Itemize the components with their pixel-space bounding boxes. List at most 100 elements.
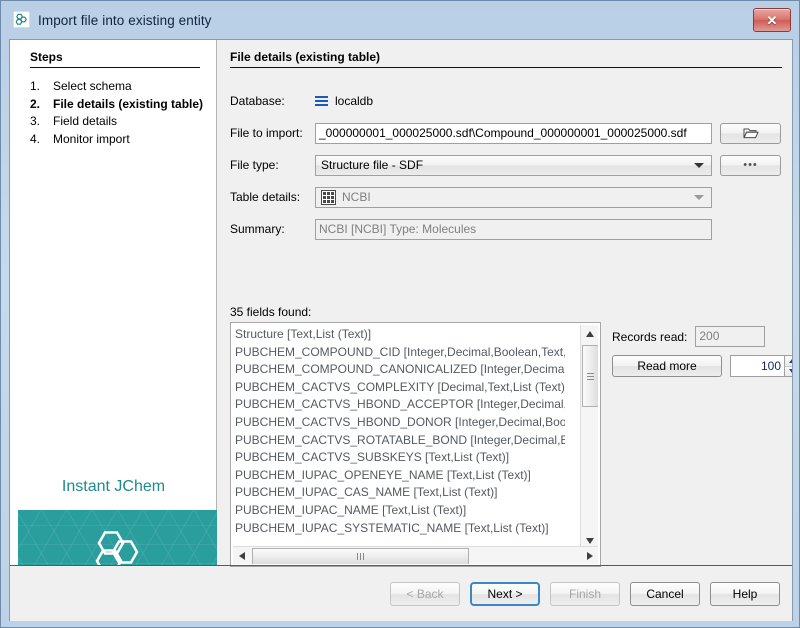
steps-panel: Steps 1. Select schema 2. File details (…	[10, 40, 217, 566]
file-type-combo[interactable]: Structure file - SDF	[315, 155, 712, 176]
dialog-window: Import file into existing entity ✕ Steps…	[0, 0, 800, 628]
list-item[interactable]: PUBCHEM_COMPOUND_CID [Integer,Decimal,Bo…	[235, 344, 565, 362]
list-item[interactable]: PUBCHEM_CACTVS_HBOND_DONOR [Integer,Deci…	[235, 414, 565, 432]
step-label: Field details	[53, 113, 210, 130]
step-number: 1.	[30, 78, 53, 95]
file-to-import-row: File to import: _000000001_000025000.sdf…	[230, 122, 782, 144]
triangle-down-icon	[586, 538, 594, 544]
list-item[interactable]: PUBCHEM_IUPAC_NAME [Text,List (Text)]	[235, 502, 565, 520]
dialog-client-area: Steps 1. Select schema 2. File details (…	[9, 39, 793, 621]
browse-file-button[interactable]	[720, 123, 781, 144]
cancel-button-label: Cancel	[646, 587, 683, 601]
dialog-button-bar: < Back Next > Finish Cancel Help	[218, 566, 792, 621]
horizontal-scroll-thumb[interactable]	[252, 548, 469, 564]
back-button-label: < Back	[406, 587, 443, 601]
window-title: Import file into existing entity	[38, 13, 753, 28]
chevron-down-icon	[694, 195, 704, 200]
grip-icon	[587, 371, 594, 382]
step-number: 4.	[30, 131, 53, 148]
scroll-up-button[interactable]	[581, 325, 598, 342]
table-details-label: Table details:	[230, 190, 315, 204]
scroll-right-button[interactable]	[581, 547, 598, 564]
summary-label: Summary:	[230, 222, 315, 236]
triangle-up-icon	[586, 331, 594, 337]
steps-list: 1. Select schema 2. File details (existi…	[30, 78, 210, 148]
list-item[interactable]: PUBCHEM_CACTVS_HBOND_ACCEPTOR [Integer,D…	[235, 396, 565, 414]
table-details-value: NCBI	[342, 190, 694, 204]
summary-row: Summary: NCBI [NCBI] Type: Molecules	[230, 218, 782, 240]
step-label: File details (existing table)	[53, 96, 210, 113]
spinner-increment-button[interactable]	[784, 356, 793, 366]
ellipsis-icon: •••	[743, 161, 758, 169]
fields-horizontal-scrollbar[interactable]	[233, 546, 598, 564]
list-item[interactable]: PUBCHEM_IUPAC_SYSTEMATIC_NAME [Text,List…	[235, 520, 565, 538]
file-to-import-input[interactable]: _000000001_000025000.sdf\Compound_000000…	[315, 123, 712, 144]
read-more-button[interactable]: Read more	[612, 355, 722, 377]
steps-heading: Steps	[30, 50, 200, 68]
fields-list: Structure [Text,List (Text)] PUBCHEM_COM…	[235, 326, 565, 537]
triangle-left-icon	[239, 552, 245, 560]
grip-icon	[356, 553, 365, 560]
next-button-label: Next >	[487, 587, 522, 601]
page-title: File details (existing table)	[230, 50, 782, 68]
records-read-value: 200	[695, 326, 765, 347]
read-count-value[interactable]: 100	[731, 356, 784, 376]
close-icon: ✕	[767, 14, 778, 27]
file-to-import-label: File to import:	[230, 126, 315, 140]
step-item-monitor-import: 4. Monitor import	[30, 131, 210, 148]
step-label: Monitor import	[53, 131, 210, 148]
content-panel: File details (existing table) Database: …	[218, 40, 792, 565]
list-item[interactable]: PUBCHEM_CACTVS_COMPLEXITY [Decimal,Text,…	[235, 379, 565, 397]
close-button[interactable]: ✕	[753, 8, 791, 32]
list-item[interactable]: PUBCHEM_CACTVS_SUBSKEYS [Text,List (Text…	[235, 449, 565, 467]
folder-icon	[743, 127, 759, 139]
fields-listbox-inner: Structure [Text,List (Text)] PUBCHEM_COM…	[233, 325, 598, 564]
finish-button[interactable]: Finish	[550, 582, 620, 606]
fields-found-caption: 35 fields found:	[230, 305, 311, 319]
fields-vertical-scrollbar[interactable]	[580, 325, 598, 549]
records-read-label: Records read:	[612, 330, 687, 344]
list-item[interactable]: PUBCHEM_COMPOUND_CANONICALIZED [Integer,…	[235, 361, 565, 379]
read-count-spinner[interactable]: 100	[730, 355, 793, 377]
database-row: Database: localdb	[230, 90, 782, 112]
list-item[interactable]: PUBCHEM_CACTVS_ROTATABLE_BOND [Integer,D…	[235, 432, 565, 450]
database-label: Database:	[230, 94, 315, 108]
database-bars-icon	[315, 96, 328, 107]
jchem-hexagon-icon	[13, 11, 30, 28]
list-item[interactable]: PUBCHEM_IUPAC_OPENEYE_NAME [Text,List (T…	[235, 467, 565, 485]
step-item-file-details: 2. File details (existing table)	[30, 96, 210, 113]
file-type-options-button[interactable]: •••	[720, 155, 781, 176]
table-details-combo[interactable]: NCBI	[315, 187, 712, 208]
back-button[interactable]: < Back	[390, 582, 460, 606]
step-number: 2.	[30, 96, 53, 113]
step-number: 3.	[30, 113, 53, 130]
vertical-scroll-thumb[interactable]	[582, 345, 598, 407]
database-value: localdb	[335, 94, 373, 108]
scroll-left-button[interactable]	[233, 547, 250, 564]
next-button[interactable]: Next >	[470, 582, 540, 606]
table-grid-icon	[321, 190, 336, 205]
help-button[interactable]: Help	[710, 582, 780, 606]
triangle-right-icon	[587, 552, 593, 560]
step-item-field-details: 3. Field details	[30, 113, 210, 130]
table-details-row: Table details: NCBI	[230, 186, 782, 208]
records-read-row: Records read: 200	[612, 326, 765, 347]
brand-name: Instant JChem	[10, 478, 217, 496]
triangle-down-icon	[789, 369, 793, 373]
cancel-button[interactable]: Cancel	[630, 582, 700, 606]
read-more-row: Read more 100	[612, 355, 793, 377]
list-item[interactable]: Structure [Text,List (Text)]	[235, 326, 565, 344]
spinner-decrement-button[interactable]	[784, 366, 793, 377]
step-item-select-schema: 1. Select schema	[30, 78, 210, 95]
help-button-label: Help	[733, 587, 758, 601]
summary-value: NCBI [NCBI] Type: Molecules	[315, 219, 712, 240]
finish-button-label: Finish	[569, 587, 601, 601]
fields-listbox[interactable]: Structure [Text,List (Text)] PUBCHEM_COM…	[230, 322, 601, 567]
spinner-buttons	[784, 356, 793, 376]
title-bar: Import file into existing entity ✕	[1, 1, 800, 39]
list-item[interactable]: PUBCHEM_IUPAC_CAS_NAME [Text,List (Text)…	[235, 484, 565, 502]
triangle-up-icon	[789, 359, 793, 363]
chevron-down-icon	[694, 163, 704, 168]
step-label: Select schema	[53, 78, 210, 95]
steps-panel-footer	[10, 566, 217, 621]
